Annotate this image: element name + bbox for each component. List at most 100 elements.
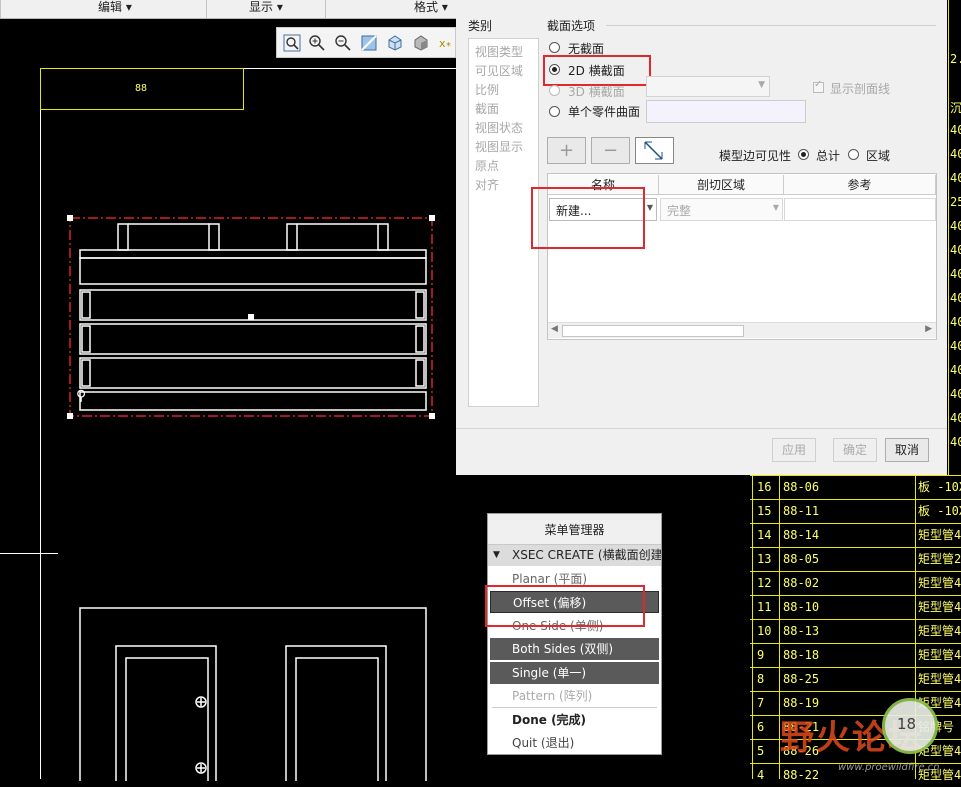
- pointer-cursor-icon: ⚲: [76, 388, 87, 404]
- bom-row: 16 88-06 板 -10X: [750, 475, 961, 499]
- remove-section-button[interactable]: −: [591, 137, 630, 164]
- highlight-section-name: [531, 187, 645, 249]
- bom-desc: 矩型管40: [918, 648, 961, 662]
- header-divider: [606, 25, 936, 26]
- menu-item-pattern[interactable]: Pattern (阵列): [490, 685, 659, 707]
- chevron-down-icon: ▼: [772, 203, 779, 212]
- menu-item-single[interactable]: Single (单一): [490, 662, 659, 684]
- dialog-footer-divider: [456, 428, 961, 429]
- sheet-border: [40, 68, 41, 779]
- category-section[interactable]: 截面: [475, 100, 499, 117]
- bom-desc: 矩型管40: [918, 576, 961, 590]
- table-scrollbar[interactable]: ◀ ▶: [548, 322, 936, 338]
- title-note-box: 88: [40, 68, 244, 110]
- category-view-type[interactable]: 视图类型: [475, 43, 523, 60]
- menubar-divider: [206, 0, 207, 18]
- flip-arrow-button[interactable]: [635, 137, 674, 164]
- cut-area-select[interactable]: 完整 ▼: [660, 198, 783, 221]
- strip-text: 40: [950, 123, 961, 137]
- xsec-create-section[interactable]: ▼ XSEC CREATE (横截面创建): [488, 545, 661, 566]
- bom-no: 7: [757, 696, 765, 710]
- bom-no: 5: [757, 744, 765, 758]
- single-part-radio[interactable]: [549, 106, 560, 117]
- show-hatch-checkbox[interactable]: ✓: [813, 79, 824, 93]
- bom-desc: 板 -10X: [918, 480, 961, 494]
- strip-text: 40: [950, 315, 961, 329]
- edge-visibility-label: 模型边可见性: [719, 149, 792, 163]
- strip-text: 沉: [950, 101, 961, 115]
- category-alignment[interactable]: 对齐: [475, 176, 499, 193]
- top-menubar: 编辑 ▾ 显示 ▾ 格式 ▾: [0, 0, 456, 19]
- section-3d-select[interactable]: ▼: [646, 76, 770, 97]
- edge-area-label: 区域: [866, 149, 891, 163]
- category-visible-area[interactable]: 可见区域: [475, 62, 523, 79]
- category-header: 类别: [468, 19, 493, 33]
- checkmark-icon: ✓: [814, 79, 823, 90]
- strip-text: 40: [950, 339, 961, 353]
- watermark-url: www.proewildfire.cn: [838, 762, 940, 773]
- bom-no: 4: [757, 768, 765, 782]
- category-view-state[interactable]: 视图状态: [475, 119, 523, 136]
- menubar-divider: [325, 0, 326, 18]
- bom-row: 14 88-14 矩型管40: [750, 523, 961, 547]
- strip-text: 40: [950, 291, 961, 305]
- category-scale[interactable]: 比例: [475, 81, 499, 98]
- part-surface-field[interactable]: [646, 100, 806, 123]
- bom-code: 88-14: [783, 528, 820, 542]
- ok-button[interactable]: 确定: [833, 438, 877, 462]
- edge-total-label: 总计: [816, 149, 841, 163]
- bom-desc: 矩型管40: [918, 600, 961, 614]
- bom-code: 88-05: [783, 552, 820, 566]
- bom-code: 88-10: [783, 600, 820, 614]
- menu-edit[interactable]: 编辑 ▾: [98, 0, 132, 18]
- bom-row: 10 88-13 矩型管40: [750, 619, 961, 643]
- bom-code: 88-25: [783, 672, 820, 686]
- bom-no: 16: [757, 480, 772, 494]
- chevron-down-icon: ▼: [646, 203, 653, 212]
- bom-desc: 板 -10X: [918, 504, 961, 518]
- menu-item-quit[interactable]: Quit (退出): [490, 732, 659, 754]
- menu-item-done[interactable]: Done (完成): [490, 709, 659, 731]
- selected-view-frame[interactable]: [60, 208, 450, 428]
- edge-area-radio[interactable]: [848, 149, 859, 160]
- highlight-offset-item: [485, 585, 645, 627]
- menubar-divider: [0, 0, 1, 18]
- bom-no: 14: [757, 528, 772, 542]
- apply-button[interactable]: 应用: [772, 438, 816, 462]
- section-options-header: 截面选项: [547, 19, 596, 33]
- drawing-canvas[interactable]: 88 ⚲: [0, 18, 456, 781]
- category-view-display[interactable]: 视图显示: [475, 138, 523, 155]
- lower-view[interactable]: [78, 606, 430, 781]
- add-section-button[interactable]: +: [547, 137, 586, 164]
- category-origin[interactable]: 原点: [475, 157, 499, 174]
- bom-no: 13: [757, 552, 772, 566]
- strip-text: 40: [950, 363, 961, 377]
- scroll-left-icon[interactable]: ◀: [551, 324, 558, 334]
- edge-total-radio[interactable]: [798, 149, 809, 160]
- menu-manager-title: 菜单管理器: [488, 514, 661, 545]
- scroll-thumb[interactable]: [562, 325, 744, 337]
- bom-code: 88-06: [783, 480, 820, 494]
- category-list: 视图类型 可见区域 比例 截面 视图状态 视图显示 原点 对齐: [468, 38, 539, 407]
- bom-desc: 矩型管40: [918, 528, 961, 542]
- menu-format[interactable]: 格式 ▾: [414, 0, 448, 18]
- section-3d-radio[interactable]: [549, 85, 560, 96]
- bom-desc: 矩型管25: [918, 552, 961, 566]
- menu-divider: [492, 707, 657, 708]
- no-section-radio[interactable]: [549, 42, 560, 53]
- strip-text: 2.: [950, 52, 961, 66]
- cancel-button[interactable]: 取消: [885, 438, 929, 462]
- bom-no: 11: [757, 600, 772, 614]
- bom-no: 8: [757, 672, 765, 686]
- strip-text: 40: [950, 171, 961, 185]
- strip-line: [948, 0, 949, 475]
- reference-field[interactable]: [784, 198, 936, 221]
- scroll-right-icon[interactable]: ▶: [925, 324, 932, 334]
- drawing-view-dialog: 类别 视图类型 可见区域 比例 截面 视图状态 视图显示 原点 对齐 截面选项 …: [456, 0, 961, 475]
- strip-text: 25: [950, 195, 961, 209]
- show-hatch-label: 显示剖面线: [830, 82, 891, 96]
- watermark-badge-icon: 18: [882, 698, 938, 754]
- menu-display[interactable]: 显示 ▾: [249, 0, 283, 18]
- bom-no: 10: [757, 624, 772, 638]
- menu-item-both-sides[interactable]: Both Sides (双侧): [490, 638, 659, 660]
